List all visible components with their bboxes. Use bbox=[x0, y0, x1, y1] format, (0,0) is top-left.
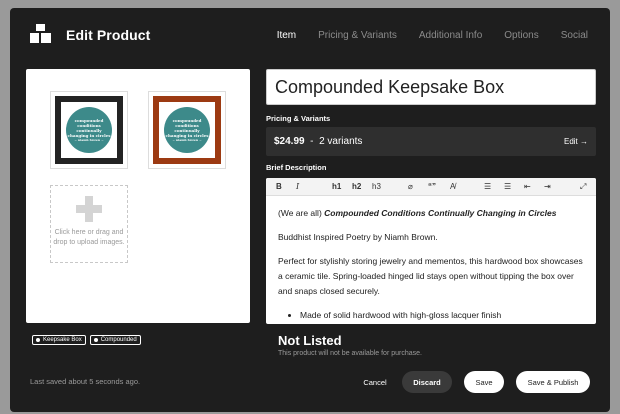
product-images-panel: compounded conditions continually changi… bbox=[26, 69, 250, 323]
edit-product-modal: Edit Product Item Pricing & Variants Add… bbox=[10, 8, 610, 412]
tile-artwork: compounded conditions continually changi… bbox=[164, 107, 210, 153]
modal-title: Edit Product bbox=[66, 27, 151, 43]
cancel-button[interactable]: Cancel bbox=[358, 371, 392, 393]
discard-button[interactable]: Discard bbox=[402, 371, 452, 393]
save-button[interactable]: Save bbox=[464, 371, 504, 393]
product-image-thumbnail[interactable]: compounded conditions continually changi… bbox=[148, 91, 226, 169]
last-saved-text: Last saved about 5 seconds ago. bbox=[30, 377, 141, 386]
description-paragraph: (We are all) Compounded Conditions Conti… bbox=[278, 208, 557, 218]
italic-button[interactable]: I bbox=[296, 182, 299, 191]
tag-dot-icon bbox=[93, 338, 98, 342]
fullscreen-icon[interactable]: ⤢ bbox=[580, 182, 586, 192]
pricing-summary: $24.99 - 2 variants Edit → bbox=[266, 127, 596, 156]
tab-bar: Item Pricing & Variants Additional Info … bbox=[277, 30, 588, 41]
bullet-list-icon[interactable]: ☰ bbox=[484, 182, 491, 191]
tab-pricing-variants[interactable]: Pricing & Variants bbox=[318, 30, 397, 41]
product-name-input[interactable]: Compounded Keepsake Box bbox=[266, 69, 596, 105]
description-editor[interactable]: B I h1 h2 h3 ⌀ “” A̸ ☰ ☰ ⇤ ⇥ ⤢ (We are a… bbox=[266, 178, 596, 324]
edit-pricing-link[interactable]: Edit → bbox=[564, 137, 588, 146]
description-label: Brief Description bbox=[266, 163, 327, 172]
frame-graphic: compounded conditions continually changi… bbox=[153, 96, 221, 164]
frame-graphic: compounded conditions continually changi… bbox=[55, 96, 123, 164]
tag-list: Keepsake Box Compounded bbox=[32, 335, 141, 345]
outdent-icon[interactable]: ⇤ bbox=[524, 182, 531, 191]
tag-chip[interactable]: Compounded bbox=[89, 335, 141, 345]
numbered-list-icon[interactable]: ☰ bbox=[504, 182, 511, 191]
listing-status-title: Not Listed bbox=[278, 333, 342, 348]
tab-social[interactable]: Social bbox=[561, 30, 588, 41]
app-logo-icon bbox=[30, 24, 52, 44]
clear-format-icon[interactable]: A̸ bbox=[450, 182, 455, 191]
tag-chip[interactable]: Keepsake Box bbox=[32, 335, 86, 345]
quote-icon[interactable]: “” bbox=[428, 182, 436, 191]
tab-options[interactable]: Options bbox=[504, 30, 538, 41]
tag-dot-icon bbox=[36, 338, 40, 342]
h3-button[interactable]: h3 bbox=[372, 182, 381, 191]
h2-button[interactable]: h2 bbox=[352, 182, 361, 191]
bold-button[interactable]: B bbox=[276, 182, 282, 191]
indent-icon[interactable]: ⇥ bbox=[544, 182, 551, 191]
pricing-label: Pricing & Variants bbox=[266, 114, 331, 123]
link-icon[interactable]: ⌀ bbox=[408, 182, 413, 191]
tab-item[interactable]: Item bbox=[277, 30, 296, 41]
description-bullet: Made of solid hardwood with high-gloss l… bbox=[300, 308, 583, 323]
price-summary: $24.99 - 2 variants bbox=[274, 136, 363, 147]
description-paragraph: Perfect for stylishly storing jewelry an… bbox=[278, 256, 583, 296]
h1-button[interactable]: h1 bbox=[332, 182, 341, 191]
listing-status-subtitle: This product will not be available for p… bbox=[278, 350, 422, 357]
description-content[interactable]: (We are all) Compounded Conditions Conti… bbox=[278, 206, 583, 323]
product-image-thumbnail[interactable]: compounded conditions continually changi… bbox=[50, 91, 128, 169]
description-paragraph: Buddhist Inspired Poetry by Niamh Brown. bbox=[278, 232, 438, 242]
save-publish-button[interactable]: Save & Publish bbox=[516, 371, 590, 393]
editor-toolbar: B I h1 h2 h3 ⌀ “” A̸ ☰ ☰ ⇤ ⇥ ⤢ bbox=[266, 178, 596, 196]
upload-hint: Click here or drag and drop to upload im… bbox=[53, 229, 125, 246]
tile-artwork: compounded conditions continually changi… bbox=[66, 107, 112, 153]
tab-additional-info[interactable]: Additional Info bbox=[419, 30, 482, 41]
modal-header: Edit Product Item Pricing & Variants Add… bbox=[10, 8, 610, 64]
image-upload-dropzone[interactable]: Click here or drag and drop to upload im… bbox=[50, 185, 128, 263]
